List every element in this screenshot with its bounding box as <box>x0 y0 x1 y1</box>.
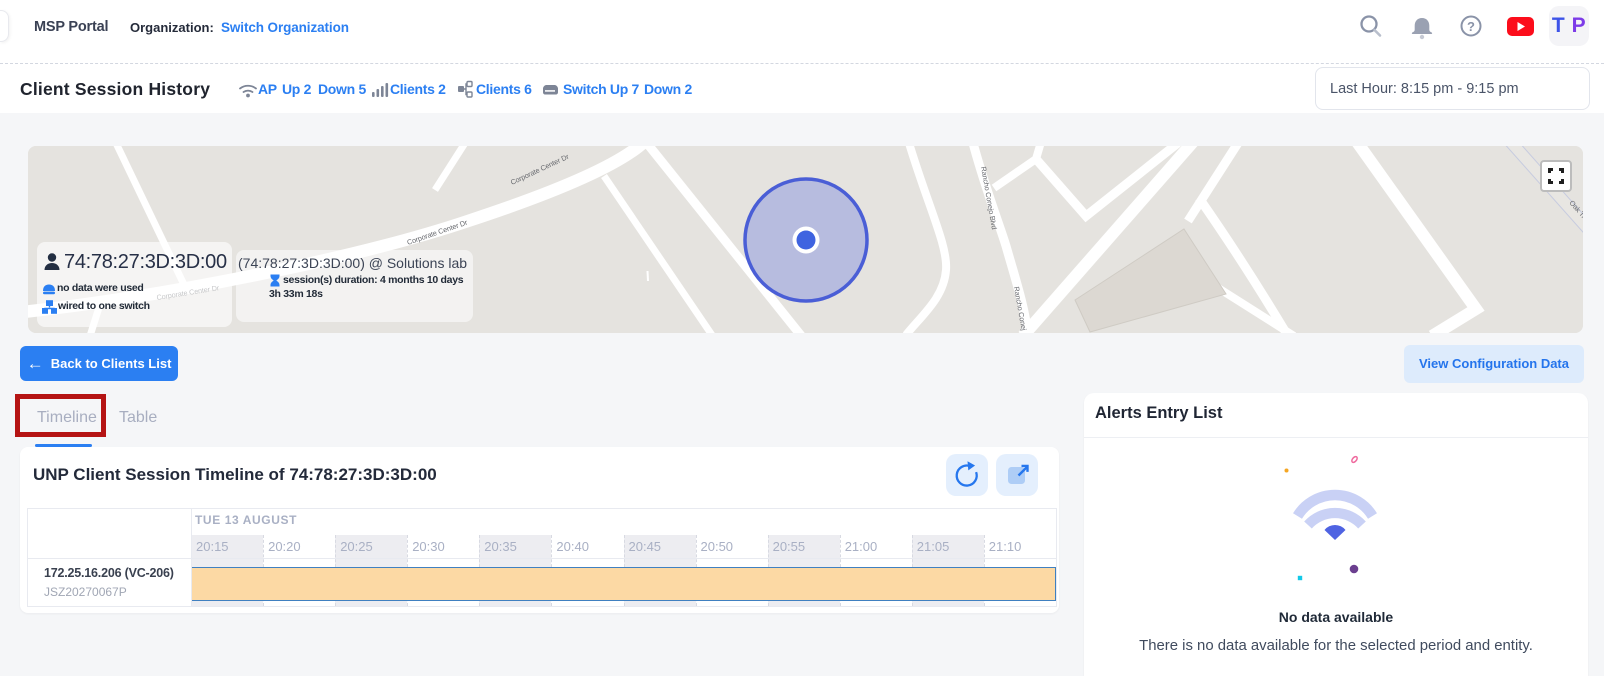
svg-text:?: ? <box>1467 19 1475 34</box>
